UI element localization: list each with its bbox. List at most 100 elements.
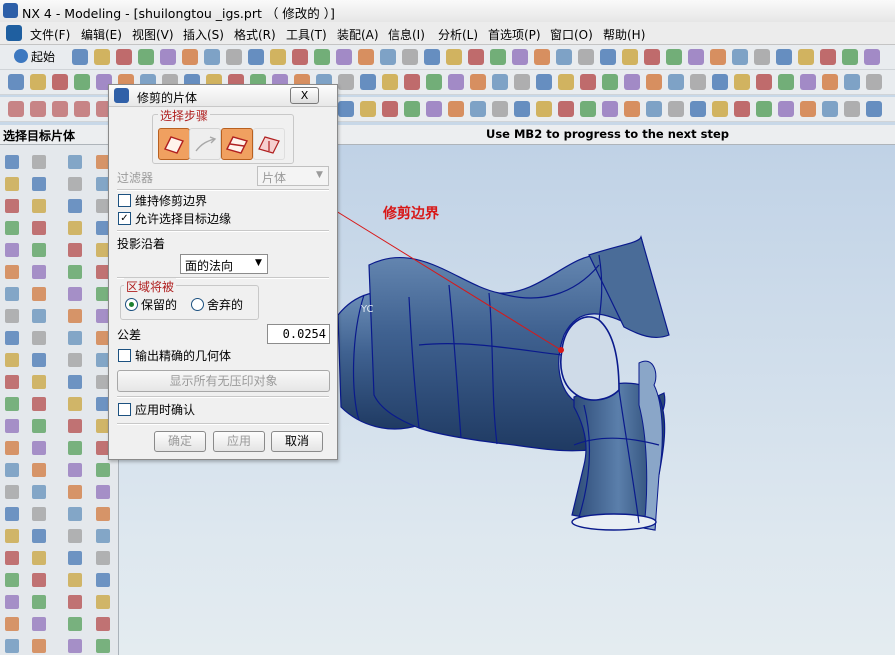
toolbar-tool-icon[interactable] [820,49,836,65]
toolbar-tool-icon[interactable] [822,74,838,90]
toolbar-tool-icon[interactable] [602,74,618,90]
palette-tool-icon[interactable] [5,529,19,543]
toolbar-tool-icon[interactable] [448,74,464,90]
palette-tool-icon[interactable] [32,595,46,609]
toolbar-tool-icon[interactable] [646,74,662,90]
palette-tool-icon[interactable] [32,221,46,235]
keep-trim-boundary-checkbox[interactable] [118,194,131,207]
palette-tool-icon[interactable] [68,441,82,455]
trim-boundary-step-icon[interactable] [221,128,253,160]
palette-tool-icon[interactable] [5,639,19,653]
toolbar-tool-icon[interactable] [690,101,706,117]
toolbar-tool-icon[interactable] [754,49,770,65]
toolbar-tool-icon[interactable] [468,49,484,65]
menu-preferences[interactable]: 首选项(P) [488,26,541,43]
palette-tool-icon[interactable] [32,529,46,543]
palette-tool-icon[interactable] [5,243,19,257]
palette-tool-icon[interactable] [5,353,19,367]
tolerance-input[interactable]: 0.0254 [267,324,330,344]
toolbar-tool-icon[interactable] [138,49,154,65]
toolbar-tool-icon[interactable] [338,74,354,90]
toolbar-tool-icon[interactable] [448,101,464,117]
toolbar-tool-icon[interactable] [624,101,640,117]
projection-direction-step-icon[interactable] [189,128,221,160]
palette-tool-icon[interactable] [5,221,19,235]
toolbar-tool-icon[interactable] [270,49,286,65]
toolbar-tool-icon[interactable] [580,101,596,117]
target-sheet-step-icon[interactable] [158,128,190,160]
toolbar-tool-icon[interactable] [668,101,684,117]
palette-tool-icon[interactable] [68,595,82,609]
toolbar-tool-icon[interactable] [492,74,508,90]
palette-tool-icon[interactable] [5,199,19,213]
toolbar-tool-icon[interactable] [690,74,706,90]
palette-tool-icon[interactable] [68,221,82,235]
palette-tool-icon[interactable] [32,353,46,367]
toolbar-tool-icon[interactable] [710,49,726,65]
palette-tool-icon[interactable] [32,287,46,301]
toolbar-tool-icon[interactable] [776,49,792,65]
toolbar-tool-icon[interactable] [512,49,528,65]
toolbar-tool-icon[interactable] [842,49,858,65]
toolbar-tool-icon[interactable] [756,74,772,90]
palette-tool-icon[interactable] [32,551,46,565]
palette-tool-icon[interactable] [32,331,46,345]
palette-tool-icon[interactable] [32,639,46,653]
toolbar-tool-icon[interactable] [864,49,880,65]
menu-assembly[interactable]: 装配(A) [337,26,379,43]
palette-tool-icon[interactable] [68,243,82,257]
toolbar-tool-icon[interactable] [426,74,442,90]
palette-tool-icon[interactable] [96,485,110,499]
toolbar-tool-icon[interactable] [556,49,572,65]
palette-tool-icon[interactable] [68,507,82,521]
toolbar-tool-icon[interactable] [778,101,794,117]
toolbar-tool-icon[interactable] [734,74,750,90]
filter-dropdown[interactable]: 片体 ▼ [257,166,329,186]
palette-tool-icon[interactable] [32,507,46,521]
palette-tool-icon[interactable] [68,177,82,191]
toolbar-tool-icon[interactable] [534,49,550,65]
menu-window[interactable]: 窗口(O) [550,26,593,43]
toolbar-tool-icon[interactable] [844,101,860,117]
palette-tool-icon[interactable] [68,463,82,477]
apply-button[interactable]: 应用 [213,431,265,452]
palette-tool-icon[interactable] [5,595,19,609]
start-button[interactable]: 起始 [10,48,59,66]
toolbar-tool-icon[interactable] [668,74,684,90]
menu-file[interactable]: 文件(F) [30,26,70,43]
region-step-icon[interactable] [253,128,285,160]
palette-tool-icon[interactable] [32,375,46,389]
palette-tool-icon[interactable] [5,573,19,587]
palette-tool-icon[interactable] [68,639,82,653]
toolbar-tool-icon[interactable] [292,49,308,65]
toolbar-tool-icon[interactable] [580,74,596,90]
palette-tool-icon[interactable] [68,529,82,543]
palette-tool-icon[interactable] [32,463,46,477]
toolbar-tool-icon[interactable] [646,101,662,117]
toolbar-tool-icon[interactable] [866,101,882,117]
toolbar-tool-icon[interactable] [52,74,68,90]
palette-tool-icon[interactable] [5,155,19,169]
toolbar-tool-icon[interactable] [404,74,420,90]
toolbar-tool-icon[interactable] [558,74,574,90]
curve-tool-icon[interactable] [52,101,68,117]
palette-tool-icon[interactable] [5,485,19,499]
toolbar-tool-icon[interactable] [490,49,506,65]
menu-tools[interactable]: 工具(T) [286,26,327,43]
palette-tool-icon[interactable] [5,287,19,301]
palette-tool-icon[interactable] [32,309,46,323]
palette-tool-icon[interactable] [96,529,110,543]
palette-tool-icon[interactable] [68,573,82,587]
palette-tool-icon[interactable] [68,353,82,367]
palette-tool-icon[interactable] [68,375,82,389]
palette-tool-icon[interactable] [32,243,46,257]
palette-tool-icon[interactable] [68,199,82,213]
toolbar-tool-icon[interactable] [380,49,396,65]
toolbar-tool-icon[interactable] [734,101,750,117]
toolbar-tool-icon[interactable] [382,74,398,90]
palette-tool-icon[interactable] [68,331,82,345]
palette-tool-icon[interactable] [5,177,19,191]
toolbar-tool-icon[interactable] [866,74,882,90]
toolbar-tool-icon[interactable] [74,74,90,90]
toolbar-tool-icon[interactable] [470,74,486,90]
